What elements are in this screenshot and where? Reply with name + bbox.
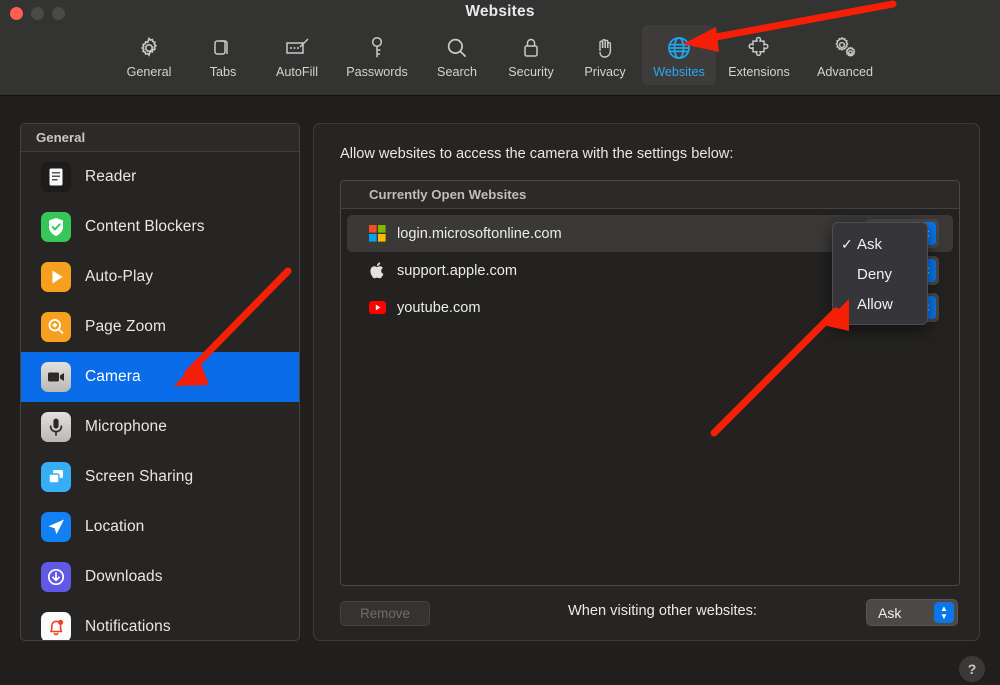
default-permission-popup-button[interactable]: Ask ▲ ▼ [866, 599, 958, 626]
screen-sharing-icon [41, 462, 71, 492]
gear-icon [136, 31, 162, 64]
tab-extensions[interactable]: Extensions [716, 25, 802, 85]
titlebar: Websites General Tabs AutoFill Passwords… [0, 0, 1000, 96]
sidebar-item-reader[interactable]: Reader [21, 152, 299, 202]
sidebar-list: Reader Content Blockers Auto-Play Page Z… [21, 152, 299, 640]
magnifier-icon [444, 31, 470, 64]
tab-autofill-label: AutoFill [276, 65, 318, 79]
tab-search-label: Search [437, 65, 477, 79]
sidebar-item-camera[interactable]: Camera [21, 352, 299, 402]
page-zoom-icon [41, 312, 71, 342]
sidebar-item-auto-play-label: Auto-Play [85, 268, 154, 285]
menu-item-allow-label: Allow [857, 295, 893, 313]
sidebar-item-auto-play[interactable]: Auto-Play [21, 252, 299, 302]
apple-icon [369, 262, 386, 279]
lock-icon [520, 31, 542, 64]
notifications-icon [41, 612, 71, 640]
sidebar-item-content-blockers[interactable]: Content Blockers [21, 202, 299, 252]
microsoft-icon [369, 225, 386, 242]
tab-websites-label: Websites [653, 65, 705, 79]
website-domain: youtube.com [397, 299, 481, 316]
tab-websites[interactable]: Websites [642, 25, 716, 85]
sidebar-item-reader-label: Reader [85, 168, 137, 185]
tab-security-label: Security [508, 65, 554, 79]
tab-security[interactable]: Security [494, 25, 568, 85]
tab-general-label: General [126, 65, 172, 79]
tab-search[interactable]: Search [420, 25, 494, 85]
menu-item-deny[interactable]: Deny [833, 259, 927, 289]
auto-play-icon [41, 262, 71, 292]
tab-passwords-label: Passwords [346, 65, 408, 79]
sidebar-item-downloads-label: Downloads [85, 568, 163, 585]
sidebar-item-notifications-label: Notifications [85, 618, 171, 635]
preferences-window: Websites General Tabs AutoFill Passwords… [0, 0, 1000, 685]
sidebar-header: General [21, 124, 299, 152]
settings-sidebar: General Reader Content Blockers Auto-Pla… [20, 123, 300, 641]
sidebar-item-screen-sharing[interactable]: Screen Sharing [21, 452, 299, 502]
websites-list-header: Currently Open Websites [341, 181, 959, 209]
panel-description: Allow websites to access the camera with… [340, 146, 734, 162]
hand-icon [593, 31, 617, 64]
permission-dropdown-menu: ✓ Ask Deny Allow [832, 222, 928, 325]
menu-item-deny-label: Deny [857, 265, 893, 283]
remove-button[interactable]: Remove [340, 601, 430, 626]
sidebar-item-screen-sharing-label: Screen Sharing [85, 468, 194, 485]
website-domain: support.apple.com [397, 262, 518, 279]
sidebar-item-content-blockers-label: Content Blockers [85, 218, 205, 235]
tab-privacy[interactable]: Privacy [568, 25, 642, 85]
default-permission-value: Ask [878, 604, 902, 621]
camera-icon [41, 362, 71, 392]
globe-icon [665, 31, 693, 64]
sidebar-item-notifications[interactable]: Notifications [21, 602, 299, 640]
camera-settings-panel: Allow websites to access the camera with… [313, 123, 980, 641]
autofill-icon [283, 31, 311, 64]
default-permission-label: When visiting other websites: [568, 603, 757, 619]
stepper-arrows-icon[interactable]: ▲▼ [934, 602, 954, 623]
menu-item-ask[interactable]: ✓ Ask [833, 229, 927, 259]
preferences-toolbar: General Tabs AutoFill Passwords Search S… [0, 25, 1000, 93]
checkmark-icon: ✓ [841, 235, 853, 252]
youtube-icon [369, 299, 386, 316]
tab-extensions-label: Extensions [728, 65, 790, 79]
sidebar-item-location-label: Location [85, 518, 145, 535]
sidebar-item-page-zoom-label: Page Zoom [85, 318, 167, 335]
downloads-icon [41, 562, 71, 592]
sidebar-item-microphone[interactable]: Microphone [21, 402, 299, 452]
tab-passwords[interactable]: Passwords [334, 25, 420, 85]
tabs-icon [211, 31, 235, 64]
sidebar-item-downloads[interactable]: Downloads [21, 552, 299, 602]
tab-privacy-label: Privacy [584, 65, 626, 79]
location-icon [41, 512, 71, 542]
window-title: Websites [465, 3, 535, 20]
website-domain: login.microsoftonline.com [397, 225, 562, 242]
menu-item-allow[interactable]: Allow [833, 289, 927, 319]
reader-icon [41, 162, 71, 192]
menu-item-ask-label: Ask [857, 235, 883, 253]
content-blockers-icon [41, 212, 71, 242]
key-icon [367, 31, 387, 64]
sidebar-item-camera-label: Camera [85, 368, 141, 385]
tab-advanced-label: Advanced [816, 65, 873, 79]
tab-tabs-label: Tabs [209, 65, 237, 79]
sidebar-item-page-zoom[interactable]: Page Zoom [21, 302, 299, 352]
puzzle-icon [746, 31, 773, 64]
sidebar-item-location[interactable]: Location [21, 502, 299, 552]
tab-general[interactable]: General [112, 25, 186, 85]
tab-advanced[interactable]: Advanced [802, 25, 888, 85]
sidebar-item-microphone-label: Microphone [85, 418, 167, 435]
microphone-icon [41, 412, 71, 442]
gears-icon [831, 31, 859, 64]
tab-tabs[interactable]: Tabs [186, 25, 260, 85]
help-button[interactable]: ? [959, 656, 985, 682]
tab-autofill[interactable]: AutoFill [260, 25, 334, 85]
